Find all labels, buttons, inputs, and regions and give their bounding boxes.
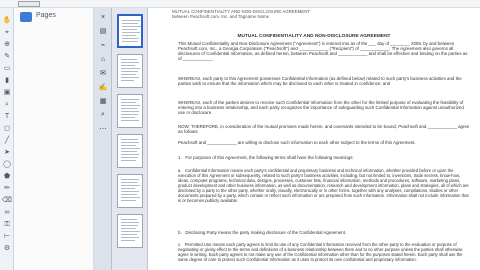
settings-icon[interactable]: ⚙ bbox=[2, 244, 12, 253]
intro-paragraph: This Mutual Confidentiality and Non-Disc… bbox=[178, 41, 469, 61]
panel-title: Pages bbox=[36, 12, 56, 19]
page-icon[interactable]: ▤ bbox=[98, 26, 108, 36]
page-thumbnail[interactable] bbox=[117, 214, 143, 248]
document-page[interactable]: MUTUAL CONFIDENTIALITY AND NON-DISCLOSUR… bbox=[148, 8, 480, 270]
properties-icon[interactable]: ⋯ bbox=[98, 124, 108, 134]
arrow-icon[interactable]: ➤ bbox=[2, 148, 12, 157]
signature-icon[interactable]: ✍ bbox=[98, 82, 108, 92]
zoom-icon[interactable]: ⊕ bbox=[2, 40, 12, 49]
page-title: MUTUAL CONFIDENTIALITY AND NON-DISCLOSUR… bbox=[237, 34, 391, 39]
top-toolbar bbox=[0, 0, 480, 8]
line-icon[interactable]: ╱ bbox=[2, 136, 12, 145]
now-therefore: NOW, THEREFORE, in consideration of the … bbox=[178, 124, 471, 134]
panel-tab[interactable] bbox=[18, 1, 40, 7]
page-thumbnail[interactable] bbox=[117, 94, 143, 128]
highlight-icon[interactable]: ▮ bbox=[2, 76, 12, 85]
page-thumbnail[interactable] bbox=[117, 14, 143, 48]
attach-icon[interactable]: ⌕ bbox=[2, 100, 12, 109]
text-icon[interactable]: T bbox=[2, 112, 12, 121]
close-icon[interactable]: × bbox=[98, 12, 108, 22]
note-icon[interactable]: ▭ bbox=[2, 64, 12, 73]
section-b: b. Disclosing Party means the party maki… bbox=[178, 230, 347, 235]
eraser-icon[interactable]: ⌫ bbox=[2, 196, 12, 205]
section-c: c. Permitted Use means each party agrees… bbox=[178, 242, 464, 262]
page-thumbnail[interactable] bbox=[117, 54, 143, 88]
whereas-2: WHEREAS, each of the parties desires to … bbox=[178, 100, 466, 115]
link-icon[interactable]: ∞ bbox=[2, 208, 12, 217]
section-1: 1. For purposes of this Agreement, the f… bbox=[178, 155, 354, 160]
shape-icon[interactable]: ◻ bbox=[2, 124, 12, 133]
lock-icon[interactable]: ⚿ bbox=[2, 220, 12, 229]
page-thumbnail[interactable] bbox=[117, 174, 143, 208]
bookmark-icon[interactable]: ⌁ bbox=[98, 40, 108, 50]
page-thumbnail[interactable] bbox=[117, 134, 143, 168]
left-panel: Pages bbox=[14, 8, 94, 270]
panel-rail: × ▤ ⌁ ⌂ ✉ ✍ ▦ ⌕ ⋯ bbox=[94, 8, 112, 270]
pencil-icon[interactable]: ✏ bbox=[2, 184, 12, 193]
parties-line: Peachsoft and ____________ are willing t… bbox=[178, 140, 416, 145]
polygon-icon[interactable]: ⬟ bbox=[2, 172, 12, 181]
section-a: a. Confidential Information means each p… bbox=[178, 168, 470, 203]
tool-strip: ✋ ⌖ ⊕ ✎ ▭ ▮ ▣ ⌕ T ◻ ╱ ➤ ◯ ⬟ ✏ ⌫ ∞ ⚿ ⊢ ⚙ bbox=[0, 8, 14, 270]
select-icon[interactable]: ⌖ bbox=[2, 28, 12, 37]
thumbnail-strip bbox=[112, 8, 148, 270]
attachment-icon[interactable]: ⌂ bbox=[98, 54, 108, 64]
circle-icon[interactable]: ◯ bbox=[2, 160, 12, 169]
stamp-icon[interactable]: ▣ bbox=[2, 88, 12, 97]
hand-icon[interactable]: ✋ bbox=[2, 16, 12, 25]
layers-icon[interactable]: ▦ bbox=[98, 96, 108, 106]
header-line-2: between Peachsoft.com. Inc. and Tagname … bbox=[172, 14, 270, 19]
comment-icon[interactable]: ✉ bbox=[98, 68, 108, 78]
edit-icon[interactable]: ✎ bbox=[2, 52, 12, 61]
measure-icon[interactable]: ⊢ bbox=[2, 232, 12, 241]
whereas-1: WHEREAS, each party to this Agreement po… bbox=[178, 76, 463, 86]
pages-icon[interactable] bbox=[20, 12, 32, 22]
search-icon[interactable]: ⌕ bbox=[98, 110, 108, 120]
